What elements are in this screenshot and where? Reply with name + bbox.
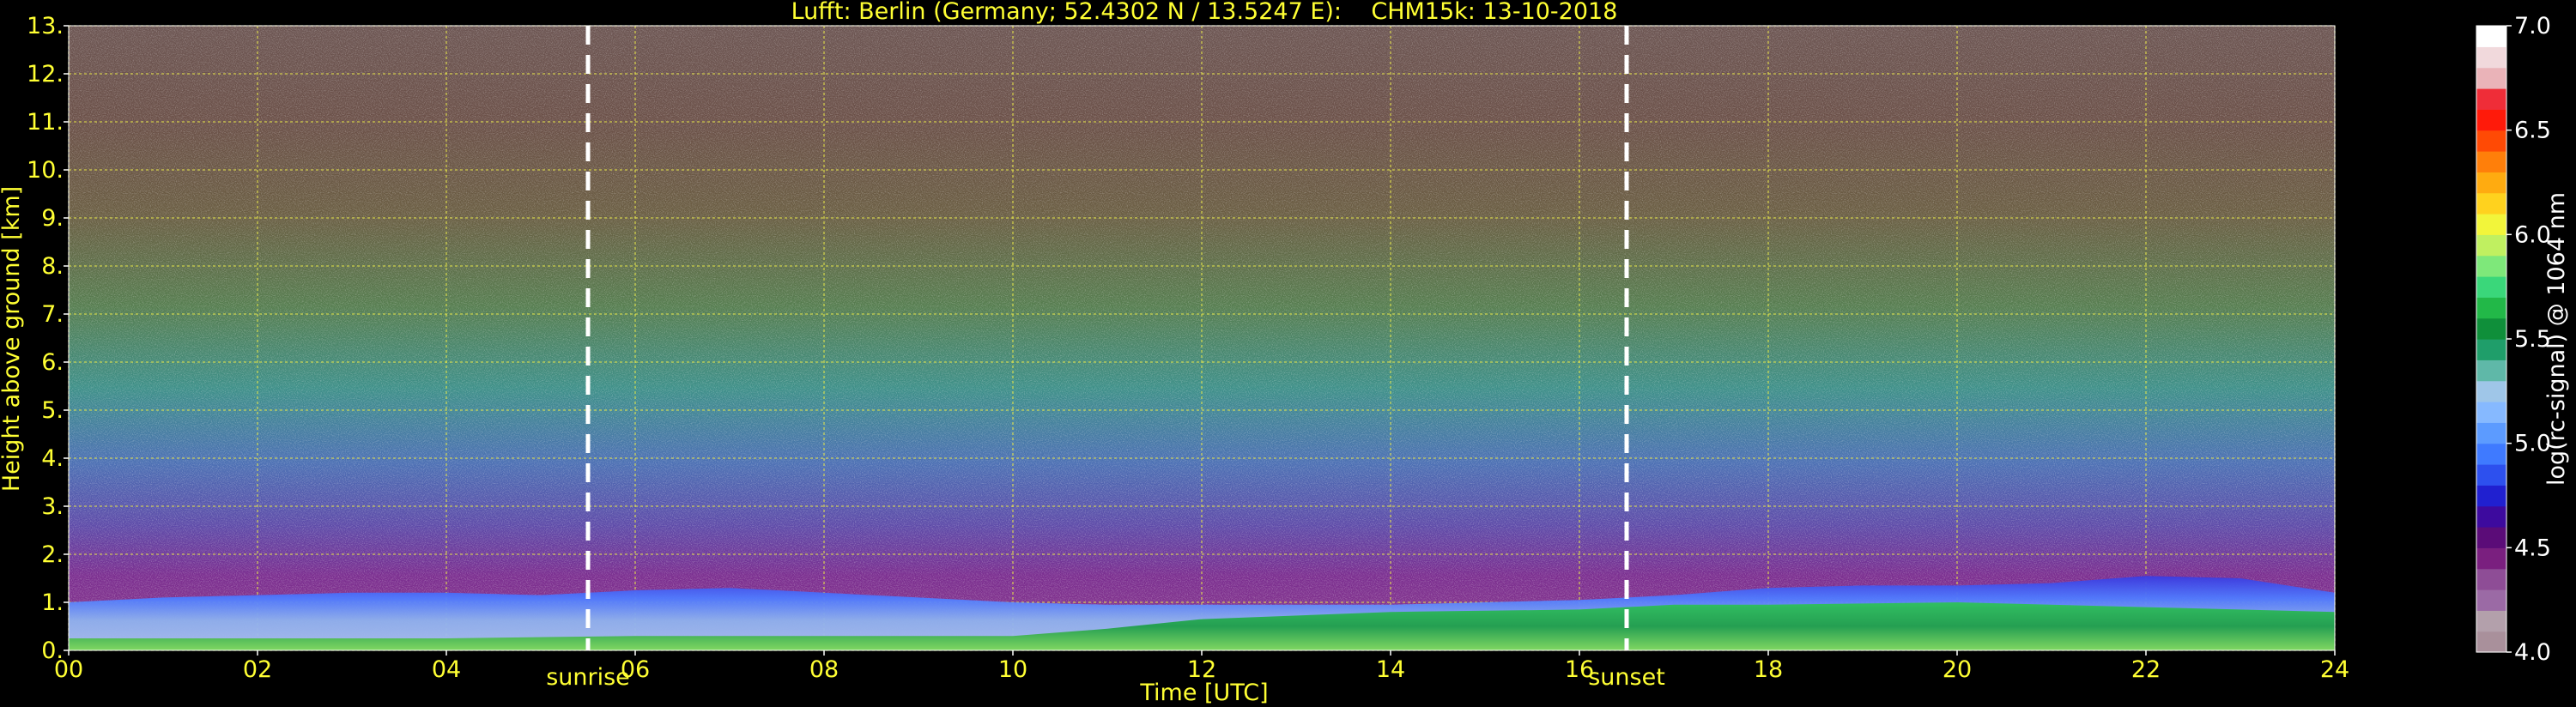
y-tick-label: 3. (41, 493, 64, 520)
colorbar-segment (2476, 276, 2506, 298)
colorbar-segment (2476, 527, 2506, 548)
ceilometer-chart: sunrise sunset 00 02 04 06 08 10 12 14 16 18 20 22 24… (0, 0, 2570, 706)
colorbar-segment (2476, 422, 2506, 444)
colorbar-segment (2476, 130, 2506, 152)
x-axis-label: Time [UTC] (1139, 680, 1268, 706)
x-tick-label: 20 (1943, 656, 1972, 683)
colorbar-segment (2476, 380, 2506, 402)
colorbar-segment (2476, 234, 2506, 257)
y-tick-label: 1. (41, 589, 64, 616)
colorbar-segment (2476, 485, 2506, 507)
colorbar-segment (2476, 631, 2506, 653)
x-tick-label: 10 (998, 656, 1027, 683)
colorbar-segment (2476, 214, 2506, 235)
x-tick-label: 24 (2320, 656, 2349, 683)
colorbar-segment (2476, 610, 2506, 632)
colorbar-segment (2476, 339, 2506, 360)
x-tick-label: 08 (809, 656, 839, 683)
colorbar-segment (2476, 505, 2506, 528)
colorbar-segment (2476, 255, 2506, 277)
colorbar-segment (2476, 88, 2506, 110)
colorbar-tick-label: 4.0 (2514, 639, 2551, 666)
colorbar-segment (2476, 109, 2506, 131)
x-tick-label: 02 (243, 656, 272, 683)
y-tick-label: 6. (41, 349, 64, 376)
colorbar-tick-label: 7.0 (2514, 13, 2551, 39)
x-tick-label: 16 (1565, 656, 1594, 683)
colorbar: 4.04.55.05.56.06.57.0 (2476, 13, 2551, 666)
x-tick-label: 22 (2131, 656, 2161, 683)
sunset-label: sunset (1588, 664, 1665, 691)
y-tick-label: 5. (41, 397, 64, 424)
y-axis-label: Height above ground [km] (0, 186, 25, 492)
colorbar-segment (2476, 297, 2506, 319)
y-tick-label: 9. (41, 205, 64, 232)
sunrise-label: sunrise (546, 664, 630, 691)
colorbar-segment (2476, 67, 2506, 89)
y-tick-label: 11. (27, 109, 64, 136)
colorbar-segment (2476, 464, 2506, 486)
colorbar-tick-label: 4.5 (2514, 535, 2551, 561)
chart-title: Lufft: Berlin (Germany; 52.4302 N / 13.5… (791, 0, 1618, 25)
colorbar-segment (2476, 360, 2506, 382)
colorbar-label: log(rc-signal) @ 1064 nm (2543, 192, 2570, 486)
colorbar-segment (2476, 589, 2506, 611)
colorbar-segment (2476, 402, 2506, 423)
y-tick-label: 13. (27, 13, 64, 39)
colorbar-segment (2476, 26, 2506, 47)
x-tick-label: 14 (1376, 656, 1405, 683)
colorbar-segment (2476, 317, 2506, 340)
x-tick-label: 04 (432, 656, 461, 683)
y-tick-label: 2. (41, 541, 64, 568)
colorbar-segment (2476, 151, 2506, 172)
colorbar-segment (2476, 192, 2506, 215)
x-tick-label: 18 (1754, 656, 1783, 683)
y-tick-label: 10. (27, 157, 64, 184)
colorbar-segment (2476, 172, 2506, 194)
colorbar-segment (2476, 568, 2506, 590)
x-tick-label: 06 (621, 656, 650, 683)
y-tick-label: 8. (41, 253, 64, 280)
y-tick-label: 0. (41, 638, 64, 664)
colorbar-segment (2476, 46, 2506, 69)
colorbar-segment (2476, 443, 2506, 465)
colorbar-segment (2476, 547, 2506, 570)
y-tick-label: 4. (41, 445, 64, 472)
colorbar-tick-label: 6.5 (2514, 118, 2551, 144)
y-tick-label: 12. (27, 61, 64, 88)
y-tick-label: 7. (41, 301, 64, 328)
